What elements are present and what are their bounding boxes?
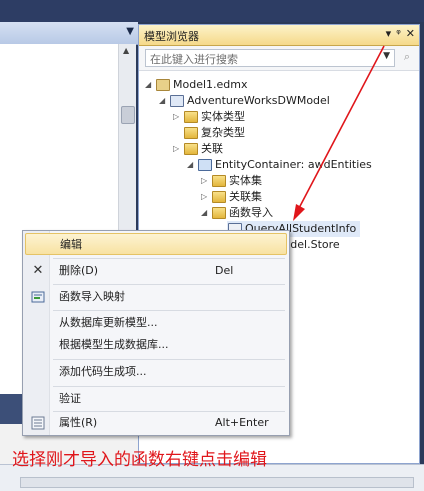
- tree-node-label: Model1.edmx: [173, 78, 248, 91]
- expand-icon[interactable]: ▷: [201, 189, 211, 205]
- edmx-file-icon: [156, 79, 170, 91]
- document-tab-strip[interactable]: ▼: [0, 22, 138, 45]
- menu-item-label: 添加代码生成项...: [59, 365, 147, 378]
- menu-separator: [53, 284, 285, 285]
- collapse-icon[interactable]: ◢: [201, 205, 211, 221]
- search-icon[interactable]: ⌕: [399, 49, 415, 65]
- instruction-caption: 选择刚才导入的函数右键点击编辑: [12, 450, 267, 470]
- entity-container-icon: [198, 159, 212, 171]
- tree-node-label: 函数导入: [229, 206, 273, 219]
- menu-item-label: 验证: [59, 392, 81, 405]
- folder-icon: [184, 127, 198, 139]
- menu-item-add-code-generation-item[interactable]: 添加代码生成项...: [25, 361, 287, 383]
- delete-icon: ✕: [32, 263, 44, 278]
- tree-node-label: 实体类型: [201, 110, 245, 123]
- scroll-thumb[interactable]: [121, 106, 135, 124]
- tree-node-label: EntityContainer: awdEntities: [215, 158, 372, 171]
- expand-icon[interactable]: ▷: [201, 173, 211, 189]
- tree-node-entity-types[interactable]: ▷ 实体类型: [173, 109, 245, 125]
- panel-title: 模型浏览器: [144, 30, 199, 43]
- menu-separator: [53, 359, 285, 360]
- folder-icon: [184, 111, 198, 123]
- tree-node-label: 复杂类型: [201, 126, 245, 139]
- tree-node-entity-sets[interactable]: ▷ 实体集: [201, 173, 262, 189]
- menu-item-update-model-from-database[interactable]: 从数据库更新模型...: [25, 312, 287, 334]
- folder-icon: [212, 191, 226, 203]
- tree-node-function-imports[interactable]: ◢ 函数导入: [201, 205, 273, 221]
- expand-icon[interactable]: ▷: [173, 109, 183, 125]
- menu-separator: [53, 386, 285, 387]
- folder-icon: [184, 143, 198, 155]
- menu-separator: [53, 258, 285, 259]
- collapse-icon[interactable]: ◢: [159, 93, 169, 109]
- menu-item-label: 函数导入映射: [59, 290, 125, 303]
- panel-menu-icon[interactable]: ▾: [386, 27, 392, 40]
- menu-item-edit[interactable]: 编辑: [25, 233, 287, 255]
- tree-node-label: 关联集: [229, 190, 262, 203]
- menu-item-label: 从数据库更新模型...: [59, 316, 158, 329]
- expand-icon[interactable]: ▷: [173, 141, 183, 157]
- menu-item-label: 根据模型生成数据库...: [59, 338, 169, 351]
- collapse-icon[interactable]: ◢: [145, 77, 155, 93]
- tree-node-label: 关联: [201, 142, 223, 155]
- folder-icon: [212, 207, 226, 219]
- tree-node-label: AdventureWorksDWModel: [187, 94, 330, 107]
- horizontal-scrollbar[interactable]: [20, 477, 414, 488]
- pin-icon[interactable]: ᵠ: [396, 27, 401, 40]
- tree-node-associations[interactable]: ▷ 关联: [173, 141, 223, 157]
- model-icon: [170, 95, 184, 107]
- menu-item-label: 属性(R): [59, 416, 98, 429]
- menu-item-shortcut: Alt+Enter: [215, 416, 269, 429]
- search-dropdown-icon[interactable]: ▼: [383, 51, 390, 61]
- close-icon[interactable]: ✕: [406, 27, 415, 40]
- scroll-up-icon[interactable]: ▲: [123, 46, 129, 55]
- context-menu: 编辑 ✕ 删除(D) Del 函数导入映射 从数据库更新模型... 根据模型生成…: [22, 230, 290, 436]
- search-bar: 在此键入进行搜索 ▼ ⌕: [139, 46, 419, 71]
- menu-item-label: 编辑: [60, 238, 82, 251]
- properties-icon: [31, 416, 45, 430]
- menu-separator: [53, 310, 285, 311]
- tab-dropdown-icon[interactable]: ▼: [126, 26, 134, 37]
- tree-node-entity-container[interactable]: ◢ EntityContainer: awdEntities: [187, 157, 372, 173]
- menu-item-delete[interactable]: ✕ 删除(D) Del: [25, 260, 287, 282]
- search-input[interactable]: 在此键入进行搜索 ▼: [145, 49, 395, 67]
- menu-item-function-import-mapping[interactable]: 函数导入映射: [25, 286, 287, 308]
- menu-item-label: 删除(D): [59, 264, 99, 277]
- collapse-icon[interactable]: ◢: [187, 157, 197, 173]
- folder-icon: [212, 175, 226, 187]
- tree-node-conceptual-model[interactable]: ◢ AdventureWorksDWModel: [159, 93, 330, 109]
- menu-item-shortcut: Del: [215, 264, 234, 277]
- menu-item-validate[interactable]: 验证: [25, 388, 287, 410]
- panel-title-bar: 模型浏览器 ▾ ᵠ ✕: [139, 25, 419, 46]
- search-placeholder: 在此键入进行搜索: [150, 53, 238, 66]
- tree-node-association-sets[interactable]: ▷ 关联集: [201, 189, 262, 205]
- tree-node-label: 实体集: [229, 174, 262, 187]
- tree-node-complex-types[interactable]: 复杂类型: [173, 125, 245, 141]
- menu-item-properties[interactable]: 属性(R) Alt+Enter: [25, 412, 287, 434]
- tree-node-model-edmx[interactable]: ◢ Model1.edmx: [145, 77, 248, 93]
- mapping-icon: [31, 290, 45, 304]
- menu-item-generate-database-from-model[interactable]: 根据模型生成数据库...: [25, 334, 287, 356]
- title-strip: [0, 0, 424, 22]
